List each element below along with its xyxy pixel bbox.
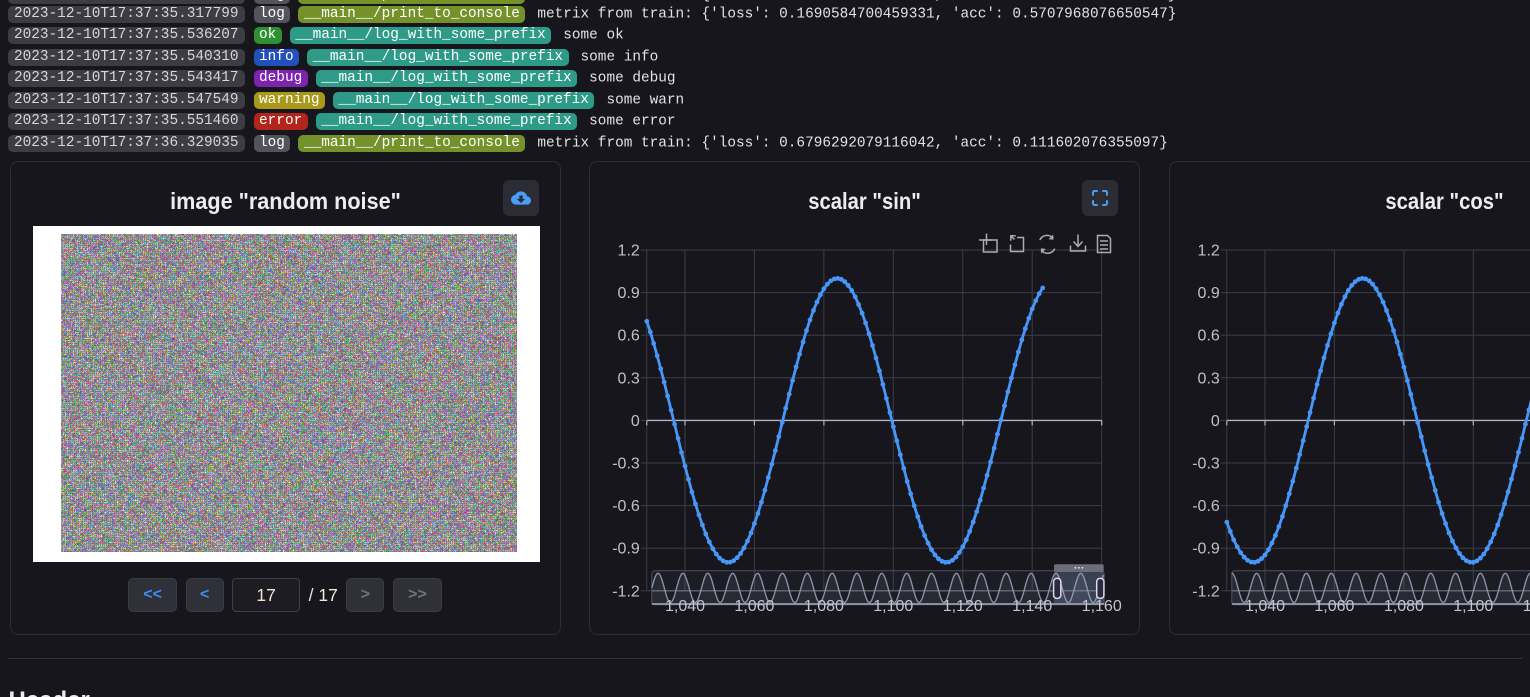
svg-text:1,080: 1,080 bbox=[1383, 598, 1423, 615]
svg-text:-0.6: -0.6 bbox=[612, 498, 640, 515]
svg-text:0.9: 0.9 bbox=[1197, 285, 1219, 302]
svg-text:-0.3: -0.3 bbox=[612, 455, 640, 472]
svg-text:1,160: 1,160 bbox=[1082, 598, 1122, 615]
svg-text:1,060: 1,060 bbox=[1314, 598, 1354, 615]
svg-text:1,100: 1,100 bbox=[1453, 598, 1493, 615]
svg-text:0: 0 bbox=[1210, 412, 1219, 429]
svg-text:1,140: 1,140 bbox=[1012, 598, 1052, 615]
svg-text:-0.9: -0.9 bbox=[1192, 540, 1220, 557]
svg-text:1,080: 1,080 bbox=[804, 598, 844, 615]
svg-text:0.9: 0.9 bbox=[618, 285, 640, 302]
svg-text:-0.9: -0.9 bbox=[612, 540, 640, 557]
svg-text:0.6: 0.6 bbox=[1197, 327, 1219, 344]
svg-text:0.6: 0.6 bbox=[618, 327, 640, 344]
svg-text:1,060: 1,060 bbox=[734, 598, 774, 615]
svg-text:-1.2: -1.2 bbox=[1192, 583, 1220, 600]
svg-text:1.2: 1.2 bbox=[618, 242, 640, 259]
svg-text:1,100: 1,100 bbox=[873, 598, 913, 615]
svg-text:0: 0 bbox=[631, 412, 640, 429]
svg-text:1,040: 1,040 bbox=[1244, 598, 1284, 615]
svg-text:-0.3: -0.3 bbox=[1192, 455, 1220, 472]
svg-text:1,040: 1,040 bbox=[665, 598, 705, 615]
svg-text:-0.6: -0.6 bbox=[1192, 498, 1220, 515]
svg-text:1.2: 1.2 bbox=[1197, 242, 1219, 259]
svg-text:-1.2: -1.2 bbox=[612, 583, 640, 600]
svg-text:0.3: 0.3 bbox=[618, 370, 640, 387]
svg-text:0.3: 0.3 bbox=[1197, 370, 1219, 387]
svg-text:1,120: 1,120 bbox=[1522, 598, 1530, 615]
svg-text:1,120: 1,120 bbox=[943, 598, 983, 615]
